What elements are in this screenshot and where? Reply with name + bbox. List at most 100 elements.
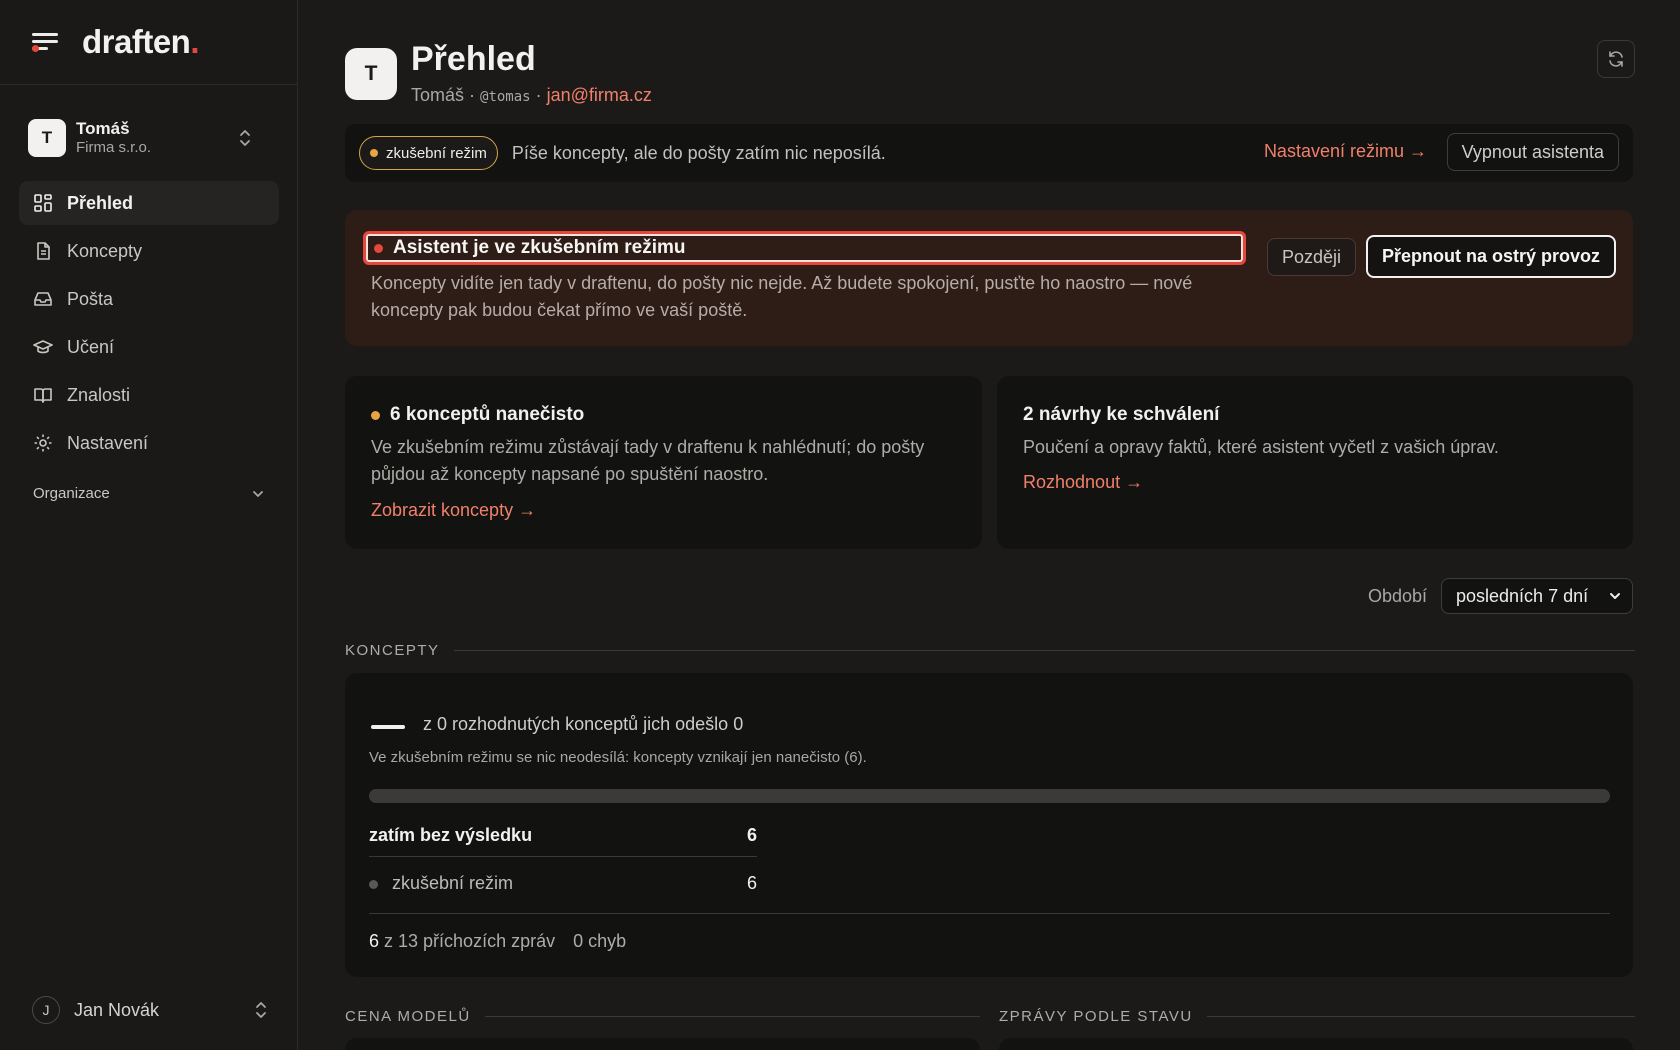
period-select[interactable]: posledních 7 dní [1441,578,1633,614]
row-label: zatím bez výsledku [369,825,533,845]
section-label: Organizace [33,485,110,502]
section-cena-modelu: CENA MODELŮ [345,1008,980,1025]
period-label: Období [1367,585,1427,606]
proposals-card: 2 návrhy ke schválení Poučení a opravy f… [997,376,1633,549]
drafts-stats-card: z 0 rozhodnutých konceptů jich odešlo 0 … [345,673,1633,977]
avatar: T [345,48,397,100]
incoming-count: 6 [369,931,380,951]
brand-header: draften. [0,0,297,85]
chevron-down-icon [253,490,263,497]
sidebar-item-label: Pošta [67,288,114,309]
sidebar-item-label: Učení [67,336,115,357]
sidebar-item-label: Koncepty [67,240,143,261]
menu-icon[interactable] [32,31,60,53]
sidebar-item-label: Znalosti [67,384,131,405]
page-subtitle: Tomáš · @tomas · jan@firma.cz [411,85,652,106]
card-title: 2 návrhy ke schválení [1023,404,1220,425]
switch-to-live-button[interactable]: Přepnout na ostrý provoz [1366,235,1617,278]
section-title: CENA MODELŮ [345,1008,471,1025]
mode-bar: zkušební režim Píše koncepty, ale do poš… [345,124,1633,182]
row-value: 6 [746,825,757,845]
card-text: Ve zkušebním režimu zůstávají tady v dra… [371,437,925,484]
org-avatar: T [28,119,66,157]
drafts-summary-card: 6 konceptů nanečisto Ve zkušebním režimu… [345,376,982,549]
sidebar-section-organizace[interactable]: Organizace [33,485,265,502]
document-icon [37,242,50,260]
messages-by-status-card [999,1038,1633,1050]
alert-text: Koncepty vidíte jen tady v draftenu, do … [371,273,1193,320]
mode-badge: zkušební režim [359,136,498,170]
gear-icon [34,434,52,452]
logo[interactable]: draften. [82,23,199,61]
section-koncepty: KONCEPTY [345,642,1635,659]
mode-description: Píše koncepty, ale do pošty zatím nic ne… [511,142,886,163]
user-display-name: Tomáš [411,85,465,105]
sidebar-item-uceni[interactable]: Učení [19,325,279,369]
sidebar-item-nastaveni[interactable]: Nastavení [19,421,279,465]
card-title-text: 6 konceptů nanečisto [390,404,585,425]
stats-row-trial: zkušební režim 6 [369,869,757,897]
stats-footer: 6 z 13 příchozích zpráv 0 chyb [369,931,626,952]
page-title: Přehled [411,40,536,78]
card-text: Poučení a opravy faktů, které asistent v… [1023,437,1499,457]
section-title: KONCEPTY [345,642,440,659]
dashboard-icon [34,194,52,212]
section-title: ZPRÁVY PODLE STAVU [999,1008,1193,1025]
sidebar-nav: Přehled Koncepty Pošta Učení Znalosti Na… [19,181,279,469]
sidebar-item-koncepty[interactable]: Koncepty [19,229,279,273]
decide-link[interactable]: Rozhodnout → [1023,472,1143,493]
error-count: 0 chyb [573,931,627,951]
org-switcher[interactable]: T Tomáš Firma s.r.o. [20,108,278,168]
graduation-cap-icon [33,340,53,354]
row-label: zkušební režim [392,872,514,893]
period-value: posledních 7 dní [1456,585,1589,606]
mode-settings-link[interactable]: Nastavení režimu → [1264,141,1427,162]
model-cost-card [345,1038,980,1050]
separator: · [530,85,547,105]
stats-row-no-result: zatím bez výsledku 6 [369,825,757,857]
sidebar: draften. T Tomáš Firma s.r.o. Přehled Ko… [0,0,298,1050]
dash-indicator [371,725,405,729]
legend-dot [369,879,378,889]
user-email-link[interactable]: jan@firma.cz [547,85,652,105]
stats-headline: z 0 rozhodnutých konceptů jich odešlo 0 [423,714,744,734]
refresh-icon [1609,51,1623,67]
mode-badge-label: zkušební režim [386,144,487,162]
sidebar-item-posta[interactable]: Pošta [19,277,279,321]
inbox-icon [34,292,52,306]
sidebar-item-label: Přehled [67,192,134,213]
section-zpravy-podle-stavu: ZPRÁVY PODLE STAVU [999,1008,1635,1025]
chevron-down-icon [1610,593,1620,599]
sidebar-item-znalosti[interactable]: Znalosti [19,373,279,417]
show-drafts-link[interactable]: Zobrazit koncepty → [371,500,536,521]
sidebar-item-label: Nastavení [67,432,149,453]
org-name: Tomáš [76,119,130,138]
sent-progress-bar [369,789,1610,803]
page-header: T Přehled Tomáš · @tomas · jan@firma.cz [345,40,1635,110]
alert-title-text: Asistent je ve zkušebním režimu [393,237,686,258]
disable-assistant-button[interactable]: Vypnout asistenta [1446,133,1619,171]
org-company: Firma s.r.o. [76,139,152,157]
user-switcher[interactable]: J Jan Novák [32,992,268,1028]
book-icon [34,388,52,403]
refresh-button[interactable] [1597,40,1635,78]
row-value: 6 [746,872,757,893]
later-button[interactable]: Později [1267,238,1357,276]
user-handle: @tomas [480,89,531,105]
status-dot [371,410,380,420]
main-content: T Přehled Tomáš · @tomas · jan@firma.cz … [345,0,1635,1050]
trial-mode-alert: Asistent je ve zkušebním režimu Koncepty… [345,210,1633,346]
user-name: Jan Novák [74,999,160,1020]
alert-title: Asistent je ve zkušebním režimu [363,231,1246,265]
stats-note: Ve zkušebním režimu se nic neodesílá: ko… [369,749,867,766]
alert-dot [374,243,383,253]
avatar: J [32,996,60,1024]
chevron-updown-icon [256,1002,266,1018]
card-title: 6 konceptů nanečisto [371,404,584,426]
chevron-updown-icon [240,130,250,146]
separator: · [464,85,481,105]
incoming-text: z 13 příchozích zpráv [379,931,556,951]
period-filter: Období posledních 7 dní [1368,578,1633,614]
sidebar-item-prehled[interactable]: Přehled [19,181,279,225]
status-dot [370,149,378,157]
